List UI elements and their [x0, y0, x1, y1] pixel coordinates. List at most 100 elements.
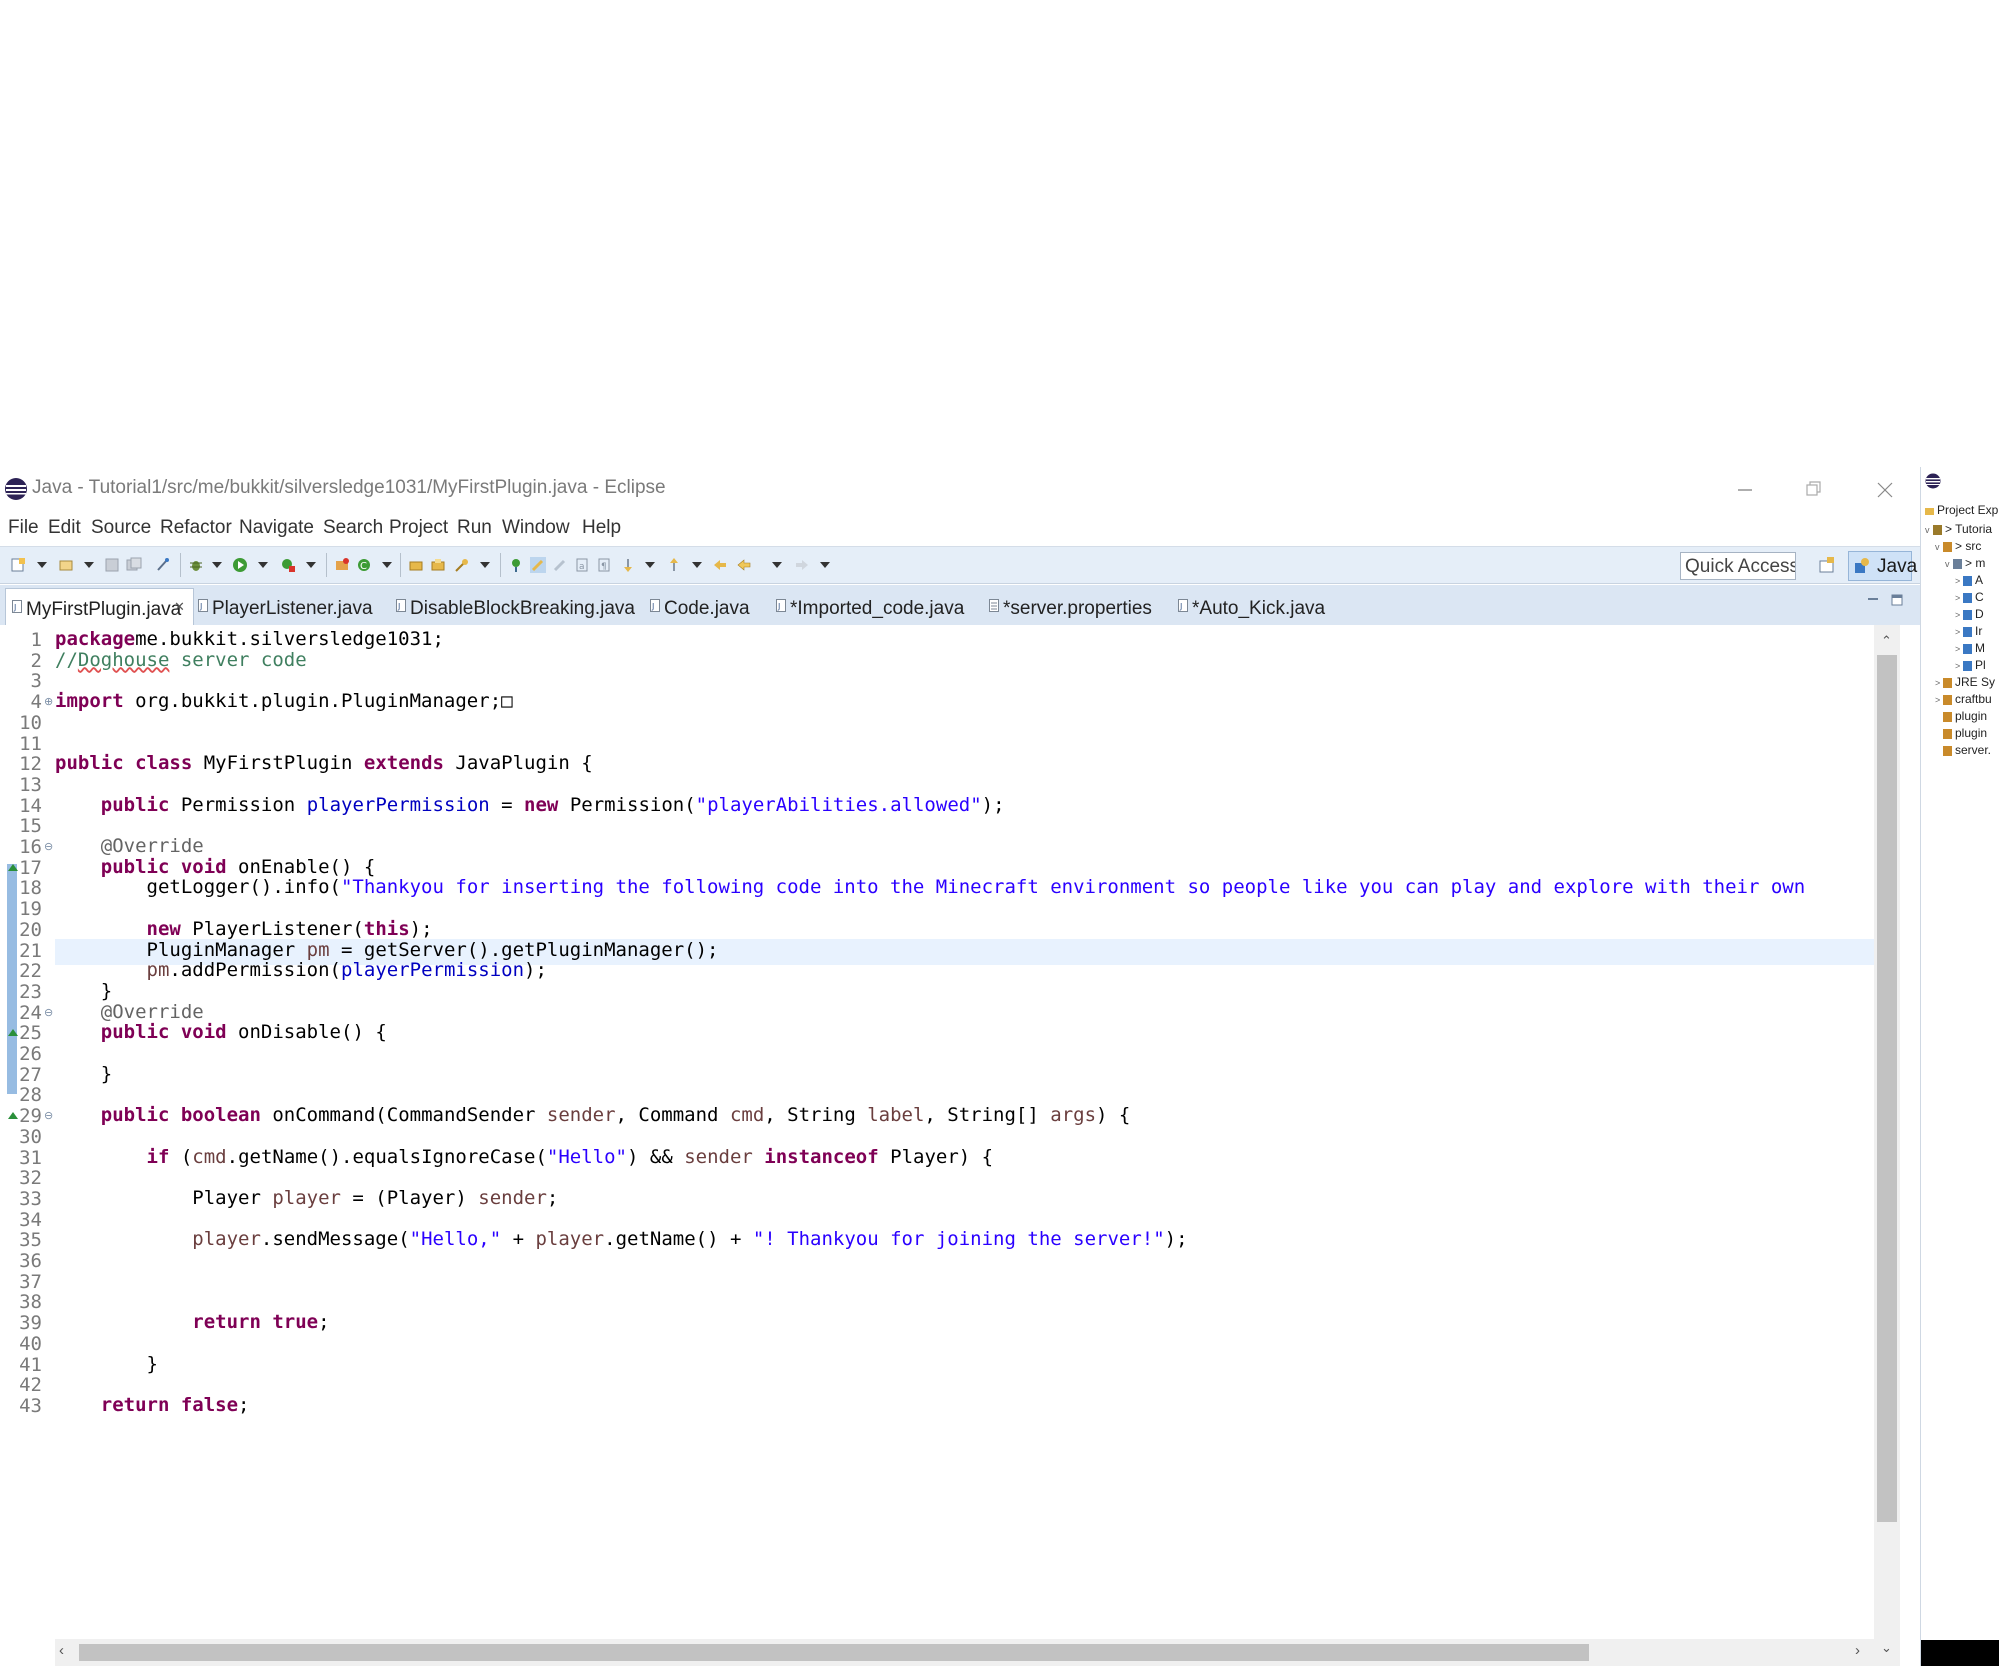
- open-type-icon[interactable]: [408, 557, 424, 573]
- tree-twisty-icon[interactable]: >: [1955, 610, 1963, 620]
- new-package-icon[interactable]: C: [356, 557, 372, 573]
- tree-item[interactable]: server.: [1935, 743, 1991, 757]
- tree-item[interactable]: >JRE Sy: [1935, 675, 1995, 689]
- tree-item[interactable]: plugin: [1935, 726, 1987, 740]
- tree-item[interactable]: >M: [1955, 641, 1985, 655]
- restore-icon[interactable]: [1793, 475, 1833, 505]
- next-annotation-icon[interactable]: [620, 557, 636, 573]
- close-icon[interactable]: [1864, 475, 1904, 505]
- debug-dropdown-icon[interactable]: [212, 562, 222, 568]
- tab-auto-kick[interactable]: J *Auto_Kick.java: [1172, 588, 1337, 625]
- scroll-left-icon[interactable]: ‹: [59, 1642, 64, 1659]
- tree-twisty-icon[interactable]: >: [1955, 593, 1963, 603]
- menu-refactor[interactable]: Refactor: [160, 517, 232, 539]
- minimize-editor-icon[interactable]: [1866, 593, 1880, 605]
- tree-item[interactable]: >craftbu: [1935, 692, 1992, 706]
- toggle-mark-occurrences-icon[interactable]: [530, 557, 546, 573]
- collapse-fold-icon[interactable]: ⊖: [44, 1006, 53, 1019]
- menu-navigate[interactable]: Navigate: [239, 517, 314, 539]
- previous-annotation-icon[interactable]: [666, 557, 682, 573]
- tree-item[interactable]: plugin: [1935, 709, 1987, 723]
- scroll-right-icon[interactable]: ›: [1855, 1642, 1860, 1659]
- new-java-project-icon[interactable]: [334, 557, 350, 573]
- open-perspective-icon[interactable]: [1812, 552, 1842, 580]
- tree-twisty-icon[interactable]: >: [1935, 678, 1943, 688]
- link-with-editor-icon[interactable]: [508, 557, 524, 573]
- scroll-down-icon[interactable]: ⌄: [1881, 1640, 1892, 1656]
- tab-code[interactable]: J Code.java: [644, 588, 754, 625]
- external-tools-icon[interactable]: [280, 557, 296, 573]
- tree-item[interactable]: v> m: [1945, 556, 1985, 570]
- search-dropdown-icon[interactable]: [480, 562, 490, 568]
- menu-search[interactable]: Search: [323, 517, 383, 539]
- menu-run[interactable]: Run: [457, 517, 492, 539]
- save-icon[interactable]: [104, 557, 120, 573]
- tree-twisty-icon[interactable]: >: [1935, 695, 1943, 705]
- tree-item[interactable]: >C: [1955, 590, 1984, 604]
- menu-help[interactable]: Help: [582, 517, 621, 539]
- menu-edit[interactable]: Edit: [48, 517, 81, 539]
- menu-window[interactable]: Window: [502, 517, 570, 539]
- toggle-block-selection-icon[interactable]: [552, 557, 568, 573]
- previous-annotation-dropdown-icon[interactable]: [692, 562, 702, 568]
- menu-file[interactable]: File: [8, 517, 39, 539]
- last-edit-location-icon[interactable]: [712, 557, 728, 573]
- code-line[interactable]: return false;: [55, 1394, 1875, 1420]
- show-paragraph-icon[interactable]: ¶: [596, 557, 612, 573]
- tab-imported-code[interactable]: J *Imported_code.java: [770, 588, 960, 625]
- run-dropdown-icon[interactable]: [258, 562, 268, 568]
- back-icon[interactable]: [736, 557, 752, 573]
- back-dropdown-icon[interactable]: [772, 562, 782, 568]
- open-task-icon[interactable]: [430, 557, 446, 573]
- tree-item[interactable]: >Ir: [1955, 624, 1982, 638]
- horizontal-scroll-thumb[interactable]: [79, 1644, 1589, 1661]
- new-class-dropdown-icon[interactable]: [382, 562, 392, 568]
- java-perspective-button[interactable]: Java: [1848, 551, 1912, 581]
- new-icon[interactable]: [10, 557, 26, 573]
- tree-item[interactable]: >D: [1955, 607, 1984, 621]
- tree-item[interactable]: v> Tutoria: [1925, 522, 1992, 536]
- tree-twisty-icon[interactable]: >: [1955, 627, 1963, 637]
- close-tab-icon[interactable]: ✕: [174, 599, 185, 615]
- expand-fold-icon[interactable]: ⊕: [44, 695, 53, 708]
- maximize-editor-icon[interactable]: [1890, 593, 1904, 607]
- tree-twisty-icon[interactable]: >: [1955, 576, 1963, 586]
- tree-twisty-icon[interactable]: >: [1955, 661, 1963, 671]
- minimize-icon[interactable]: [1724, 475, 1764, 505]
- external-tools-dropdown-icon[interactable]: [306, 562, 316, 568]
- project-explorer-title[interactable]: Project Expl: [1925, 503, 1999, 517]
- open-icon[interactable]: [58, 557, 74, 573]
- tree-item[interactable]: v> src: [1935, 539, 1981, 553]
- horizontal-scrollbar[interactable]: ‹ ›: [55, 1639, 1874, 1666]
- forward-icon[interactable]: [794, 557, 810, 573]
- vertical-scrollbar[interactable]: ⌃ ⌄: [1874, 625, 1900, 1666]
- vertical-scroll-thumb[interactable]: [1877, 655, 1897, 1522]
- collapse-fold-icon[interactable]: ⊖: [44, 1109, 53, 1122]
- debug-icon[interactable]: [188, 557, 204, 573]
- search-icon[interactable]: [454, 557, 470, 573]
- show-whitespace-icon[interactable]: a: [574, 557, 590, 573]
- forward-dropdown-icon[interactable]: [820, 562, 830, 568]
- tab-disableblockbreaking[interactable]: J DisableBlockBreaking.java: [390, 588, 635, 625]
- next-annotation-dropdown-icon[interactable]: [645, 562, 655, 568]
- new-dropdown-icon[interactable]: [37, 562, 47, 568]
- tab-server-properties[interactable]: *server.properties: [983, 588, 1153, 625]
- code-editor[interactable]: 1234⊕10111213141516⊖1718192021222324⊖252…: [0, 625, 1920, 1666]
- open-dropdown-icon[interactable]: [84, 562, 94, 568]
- tab-myfirstplugin[interactable]: J MyFirstPlugin.java ✕: [5, 588, 194, 626]
- quick-access-input[interactable]: Quick Access: [1680, 552, 1796, 580]
- toggle-breakpoint-icon[interactable]: [155, 557, 171, 573]
- save-all-icon[interactable]: [126, 557, 142, 573]
- tree-twisty-icon[interactable]: v: [1945, 559, 1953, 569]
- tree-item[interactable]: >A: [1955, 573, 1983, 587]
- tab-playerlistener[interactable]: J PlayerListener.java: [192, 588, 357, 625]
- scroll-up-icon[interactable]: ⌃: [1881, 633, 1892, 649]
- run-icon[interactable]: [232, 557, 248, 573]
- tree-twisty-icon[interactable]: v: [1935, 542, 1943, 552]
- menu-project[interactable]: Project: [389, 517, 448, 539]
- tree-twisty-icon[interactable]: >: [1955, 644, 1963, 654]
- collapse-fold-icon[interactable]: ⊖: [44, 840, 53, 853]
- tree-twisty-icon[interactable]: v: [1925, 525, 1933, 535]
- menu-source[interactable]: Source: [91, 517, 151, 539]
- tree-item[interactable]: >Pl: [1955, 658, 1986, 672]
